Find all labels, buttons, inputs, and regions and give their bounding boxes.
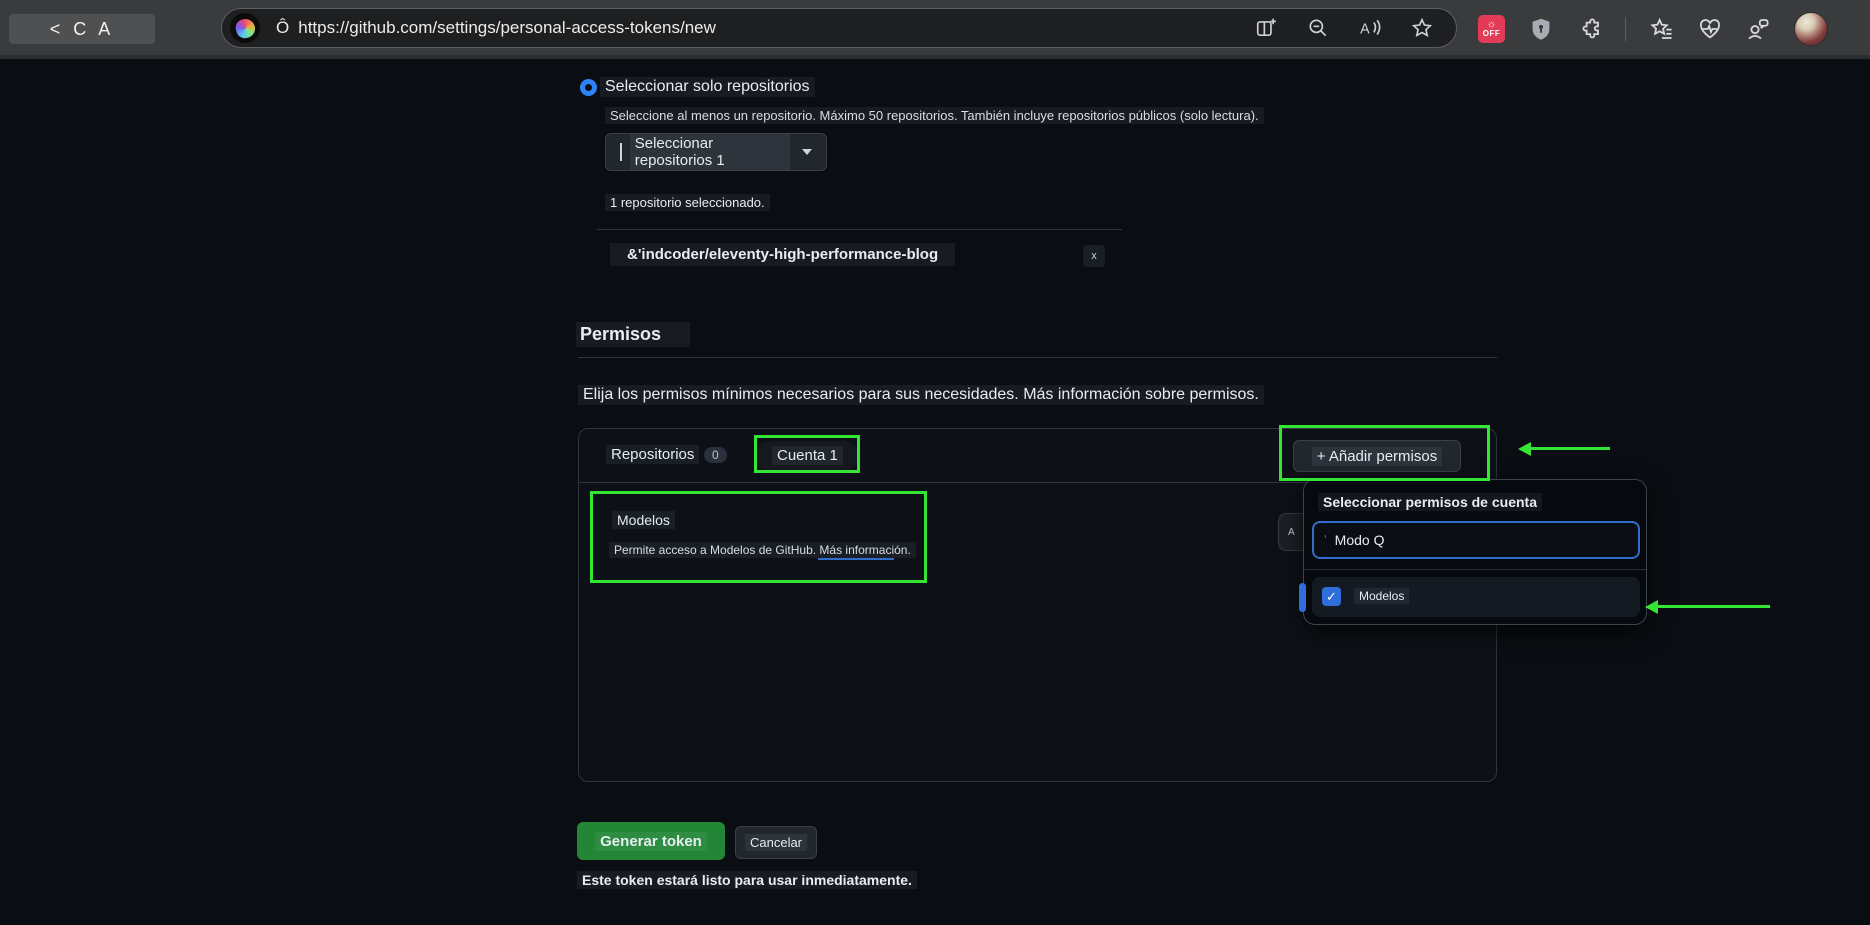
svg-text:A: A [1360, 22, 1370, 38]
more-info-link-underline[interactable] [818, 558, 894, 560]
browser-toolbar: < C A Ô https://github.com/settings/pers… [0, 0, 1870, 55]
search-prefix-glyph: ʼ [1324, 533, 1327, 547]
url-text: https://github.com/settings/personal-acc… [298, 18, 716, 37]
selected-count-text: 1 repositorio seleccionado. [605, 194, 770, 211]
permission-search-box[interactable]: ʼ [1312, 521, 1640, 559]
token-ready-note: Este token estará listo para usar inmedi… [577, 871, 917, 889]
generate-token-button[interactable]: Generar token [577, 822, 725, 860]
tab-account[interactable]: Cuenta 1 [772, 446, 843, 465]
read-aloud-icon[interactable]: A [1358, 16, 1382, 40]
password-shield-icon[interactable] [1529, 17, 1553, 41]
account-permissions-popover: Seleccionar permisos de cuenta ʼ ✓ Model… [1303, 479, 1647, 625]
remove-repo-button[interactable]: x [1083, 245, 1105, 267]
selected-repo-name: &'indcoder/eleventy-high-performance-blo… [610, 243, 956, 266]
extension-off-badge[interactable]: ☼ OFF [1478, 15, 1505, 43]
models-checkbox[interactable]: ✓ [1322, 587, 1341, 606]
models-permission-description: Permite acceso a Modelos de GitHub. Más … [609, 542, 916, 558]
popover-divider [1304, 569, 1646, 570]
toolbar-divider [1625, 17, 1626, 41]
lock-glyph: Ô [276, 18, 290, 37]
permissions-heading-divider [578, 357, 1497, 358]
favorite-star-icon[interactable] [1410, 16, 1434, 40]
cancel-button[interactable]: Cancelar [735, 826, 817, 859]
profile-avatar[interactable] [1794, 12, 1828, 46]
copilot-icon[interactable] [230, 13, 260, 43]
chrome-bottom-strip [0, 55, 1870, 59]
feedback-person-icon[interactable] [1746, 17, 1770, 41]
popover-title: Seleccionar permisos de cuenta [1318, 493, 1542, 511]
radio-help-text: Seleccione al menos un repositorio. Máxi… [605, 107, 1264, 124]
cursor-artifact [620, 143, 622, 161]
option-focus-bar [1299, 583, 1306, 612]
annotation-arrow-option [1657, 605, 1770, 608]
screen: < C A Ô https://github.com/settings/pers… [0, 0, 1870, 925]
permission-option-label: Modelos [1354, 588, 1410, 604]
add-permissions-button[interactable]: + Añadir permisos [1293, 440, 1461, 472]
zoom-out-icon[interactable] [1306, 16, 1330, 40]
radio-label[interactable]: Seleccionar solo repositorios [600, 77, 815, 97]
tab-repositories-badge: 0 [704, 447, 727, 463]
split-screen-icon[interactable] [1254, 16, 1278, 40]
tab-repositories[interactable]: Repositorios [606, 445, 700, 464]
permissions-help-text: Elija los permisos mínimos necesarios pa… [578, 385, 1264, 405]
collections-star-icon[interactable] [1650, 17, 1674, 41]
browser-nav-controls[interactable]: < C A [9, 14, 155, 44]
select-repos-only-radio[interactable] [580, 79, 597, 96]
permissions-heading: Permisos [576, 322, 690, 347]
permission-search-input[interactable] [1334, 532, 1628, 548]
extensions-puzzle-icon[interactable] [1577, 17, 1601, 41]
address-bar[interactable]: Ô https://github.com/settings/personal-a… [221, 8, 1457, 48]
permission-option-row[interactable]: ✓ Modelos [1312, 577, 1640, 617]
browser-essentials-icon[interactable] [1698, 17, 1722, 41]
repo-list-divider [597, 229, 1122, 230]
select-repositories-button[interactable]: Seleccionar repositorios 1 [605, 133, 827, 171]
annotation-arrow-add-permissions [1530, 447, 1610, 450]
models-permission-title: Modelos [612, 511, 675, 529]
chevron-down-icon [802, 149, 812, 155]
